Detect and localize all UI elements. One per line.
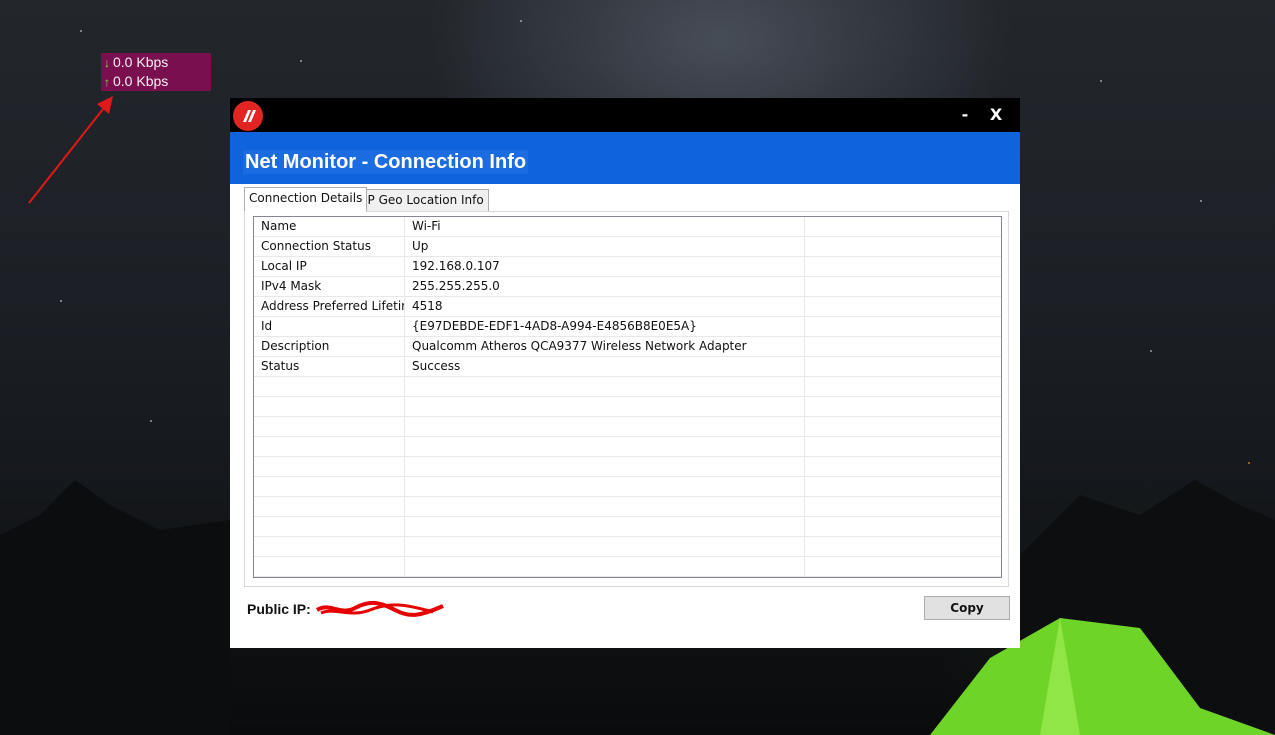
table-row[interactable]: Description Qualcomm Atheros QCA9377 Wir… bbox=[254, 337, 1001, 357]
empty-table-row bbox=[254, 457, 1001, 477]
upload-arrow-icon: ↑ bbox=[104, 75, 110, 89]
row-label: Name bbox=[254, 217, 405, 236]
table-row[interactable]: Id {E97DEBDE-EDF1-4AD8-A994-E4856B8E0E5A… bbox=[254, 317, 1001, 337]
empty-table-row bbox=[254, 557, 1001, 577]
network-speed-widget[interactable]: ↓ 0.0 Kbps ↑ 0.0 Kbps bbox=[101, 53, 211, 91]
tab-ip-geo-location-info[interactable]: IP Geo Location Info bbox=[359, 189, 489, 212]
connection-details-panel: Name Wi-Fi Connection Status Up Local IP… bbox=[244, 211, 1009, 587]
upload-speed-value: 0.0 Kbps bbox=[113, 73, 169, 89]
row-value: Wi-Fi bbox=[405, 217, 805, 236]
row-value: 192.168.0.107 bbox=[405, 257, 805, 276]
row-label: Description bbox=[254, 337, 405, 356]
star bbox=[1200, 200, 1202, 202]
empty-table-row bbox=[254, 517, 1001, 537]
star bbox=[1100, 80, 1102, 82]
page-title: Net Monitor - Connection Info bbox=[243, 150, 529, 174]
row-extra bbox=[805, 317, 1001, 336]
table-row[interactable]: Local IP 192.168.0.107 bbox=[254, 257, 1001, 277]
empty-table-row bbox=[254, 497, 1001, 517]
redacted-public-ip-scribble bbox=[315, 601, 444, 617]
table-row[interactable]: Connection Status Up bbox=[254, 237, 1001, 257]
row-value: 255.255.255.0 bbox=[405, 277, 805, 296]
tab-connection-details[interactable]: Connection Details bbox=[244, 187, 368, 212]
star bbox=[60, 300, 62, 302]
star bbox=[80, 30, 82, 32]
empty-table-row bbox=[254, 417, 1001, 437]
minimize-button[interactable]: - bbox=[950, 98, 980, 132]
row-label: Connection Status bbox=[254, 237, 405, 256]
row-extra bbox=[805, 277, 1001, 296]
row-extra bbox=[805, 337, 1001, 356]
row-extra bbox=[805, 297, 1001, 316]
table-row[interactable]: Status Success bbox=[254, 357, 1001, 377]
copy-button[interactable]: Copy bbox=[924, 596, 1010, 620]
empty-table-row bbox=[254, 397, 1001, 417]
row-extra bbox=[805, 257, 1001, 276]
window-header: Net Monitor - Connection Info bbox=[230, 132, 1020, 184]
net-monitor-window: - X Net Monitor - Connection Info Connec… bbox=[230, 98, 1020, 648]
empty-table-row bbox=[254, 377, 1001, 397]
row-label: Address Preferred Lifetime bbox=[254, 297, 405, 316]
row-extra bbox=[805, 357, 1001, 376]
star bbox=[1248, 462, 1250, 464]
title-bar[interactable]: - X bbox=[230, 98, 1020, 132]
connection-info-grid[interactable]: Name Wi-Fi Connection Status Up Local IP… bbox=[253, 216, 1002, 578]
annotation-arrow-icon bbox=[28, 96, 113, 204]
star bbox=[520, 20, 522, 22]
upload-speed-row: ↑ 0.0 Kbps bbox=[101, 72, 211, 91]
row-value: 4518 bbox=[405, 297, 805, 316]
close-button[interactable]: X bbox=[981, 98, 1011, 132]
public-ip-label: Public IP: bbox=[247, 601, 311, 617]
download-arrow-icon: ↓ bbox=[104, 56, 110, 70]
table-row[interactable]: Address Preferred Lifetime 4518 bbox=[254, 297, 1001, 317]
empty-table-row bbox=[254, 477, 1001, 497]
download-speed-value: 0.0 Kbps bbox=[113, 54, 169, 70]
row-value: Up bbox=[405, 237, 805, 256]
row-extra bbox=[805, 217, 1001, 236]
row-value: Qualcomm Atheros QCA9377 Wireless Networ… bbox=[405, 337, 805, 356]
row-extra bbox=[805, 237, 1001, 256]
row-value: Success bbox=[405, 357, 805, 376]
table-row[interactable]: Name Wi-Fi bbox=[254, 217, 1001, 237]
star bbox=[150, 420, 152, 422]
row-value: {E97DEBDE-EDF1-4AD8-A994-E4856B8E0E5A} bbox=[405, 317, 805, 336]
app-logo-icon bbox=[233, 101, 263, 131]
star bbox=[300, 60, 302, 62]
table-row[interactable]: IPv4 Mask 255.255.255.0 bbox=[254, 277, 1001, 297]
star bbox=[1150, 350, 1152, 352]
row-label: IPv4 Mask bbox=[254, 277, 405, 296]
empty-table-row bbox=[254, 437, 1001, 457]
download-speed-row: ↓ 0.0 Kbps bbox=[101, 53, 211, 72]
empty-table-row bbox=[254, 577, 1001, 578]
row-label: Id bbox=[254, 317, 405, 336]
row-label: Local IP bbox=[254, 257, 405, 276]
empty-table-row bbox=[254, 537, 1001, 557]
row-label: Status bbox=[254, 357, 405, 376]
